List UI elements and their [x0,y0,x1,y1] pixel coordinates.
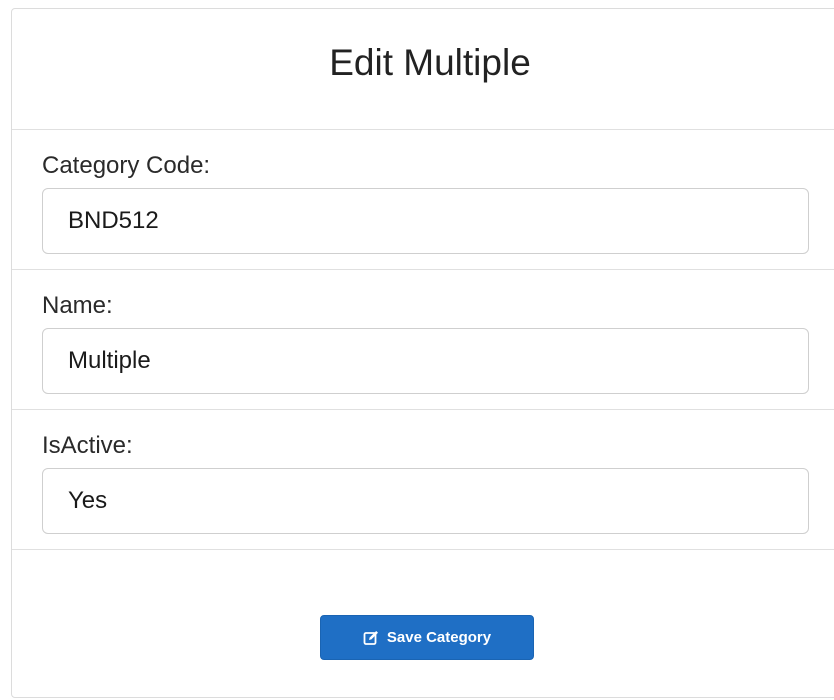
edit-category-card: Edit Multiple Category Code: BND512 Name… [11,8,834,698]
field-category-code: Category Code: BND512 [12,130,834,270]
save-category-button[interactable]: Save Category [320,615,534,660]
card-footer: Save Category [12,550,834,700]
edit-icon [363,630,379,646]
card-header: Edit Multiple [12,9,834,130]
isactive-label: IsActive: [42,432,133,459]
page-title: Edit Multiple [329,42,531,83]
isactive-value: Yes [42,468,809,534]
category-code-value: BND512 [42,188,809,254]
category-code-label: Category Code: [42,152,211,179]
field-name: Name: Multiple [12,270,834,410]
save-category-label: Save Category [386,629,492,646]
name-label: Name: [42,292,113,319]
field-isactive: IsActive: Yes [12,410,834,550]
name-value: Multiple [42,328,809,394]
